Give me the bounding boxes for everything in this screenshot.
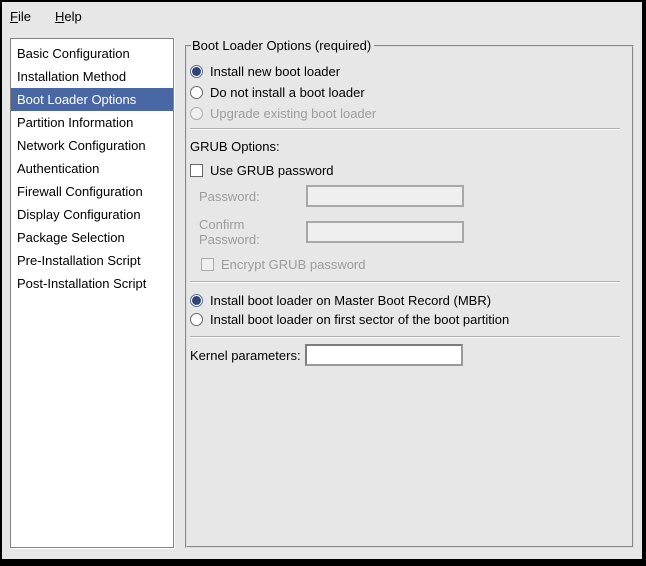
radio-button-icon xyxy=(190,86,203,99)
checkbox-encrypt-grub-password: Encrypt GRUB password xyxy=(201,254,620,274)
menu-help[interactable]: Help xyxy=(55,6,91,27)
radio-do-not-install-boot-loader[interactable]: Do not install a boot loader xyxy=(190,82,620,103)
radio-install-on-first-sector[interactable]: Install boot loader on first sector of t… xyxy=(190,310,620,329)
checkbox-icon xyxy=(201,258,214,271)
sidebar-item-post-installation-script[interactable]: Post-Installation Script xyxy=(11,272,173,295)
radio-label: Install boot loader on first sector of t… xyxy=(210,312,509,327)
radio-label: Do not install a boot loader xyxy=(210,85,365,100)
sidebar-item-basic-configuration[interactable]: Basic Configuration xyxy=(11,42,173,65)
sidebar-item-firewall-configuration[interactable]: Firewall Configuration xyxy=(11,180,173,203)
kernel-parameters-label: Kernel parameters: xyxy=(190,348,305,363)
kernel-parameters-input[interactable] xyxy=(305,344,463,366)
radio-button-icon xyxy=(190,107,203,120)
confirm-password-row: Confirm Password: xyxy=(199,217,620,247)
sidebar-item-boot-loader-options[interactable]: Boot Loader Options xyxy=(11,88,173,111)
checkbox-label: Use GRUB password xyxy=(210,163,334,178)
password-label: Password: xyxy=(199,189,306,204)
radio-label: Upgrade existing boot loader xyxy=(210,106,376,121)
radio-button-icon xyxy=(190,313,203,326)
radio-install-new-boot-loader[interactable]: Install new boot loader xyxy=(190,61,620,82)
main-content: Basic Configuration Installation Method … xyxy=(2,30,642,559)
sidebar-item-package-selection[interactable]: Package Selection xyxy=(11,226,173,249)
sidebar-item-display-configuration[interactable]: Display Configuration xyxy=(11,203,173,226)
separator xyxy=(190,336,620,338)
menu-help-label: Help xyxy=(55,9,82,24)
grub-options-heading: GRUB Options: xyxy=(190,136,620,157)
sidebar-item-pre-installation-script[interactable]: Pre-Installation Script xyxy=(11,249,173,272)
window-body: File Help Basic Configuration Installati… xyxy=(2,2,642,559)
checkbox-use-grub-password[interactable]: Use GRUB password xyxy=(190,160,620,181)
password-input xyxy=(306,185,464,207)
sidebar-item-installation-method[interactable]: Installation Method xyxy=(11,65,173,88)
radio-upgrade-existing-boot-loader: Upgrade existing boot loader xyxy=(190,103,620,124)
sidebar-item-network-configuration[interactable]: Network Configuration xyxy=(11,134,173,157)
password-row: Password: xyxy=(199,185,620,207)
confirm-password-label: Confirm Password: xyxy=(199,217,306,247)
separator xyxy=(190,281,620,283)
radio-button-icon xyxy=(190,65,203,78)
radio-label: Install new boot loader xyxy=(210,64,340,79)
boot-loader-options-frame: Boot Loader Options (required) Install n… xyxy=(185,38,634,548)
radio-label: Install boot loader on Master Boot Recor… xyxy=(210,293,491,308)
category-list: Basic Configuration Installation Method … xyxy=(10,38,174,548)
sidebar-item-partition-information[interactable]: Partition Information xyxy=(11,111,173,134)
confirm-password-input xyxy=(306,221,464,243)
checkbox-label: Encrypt GRUB password xyxy=(221,257,366,272)
checkbox-icon xyxy=(190,164,203,177)
radio-button-icon xyxy=(190,294,203,307)
menu-file-label: File xyxy=(10,9,31,24)
radio-install-on-mbr[interactable]: Install boot loader on Master Boot Recor… xyxy=(190,291,620,310)
separator xyxy=(190,128,620,130)
kernel-parameters-row: Kernel parameters: xyxy=(190,344,620,366)
sidebar-item-authentication[interactable]: Authentication xyxy=(11,157,173,180)
frame-legend: Boot Loader Options (required) xyxy=(191,38,374,53)
menu-file[interactable]: File xyxy=(10,6,40,27)
menubar: File Help xyxy=(2,2,642,30)
application-window: File Help Basic Configuration Installati… xyxy=(0,0,646,566)
